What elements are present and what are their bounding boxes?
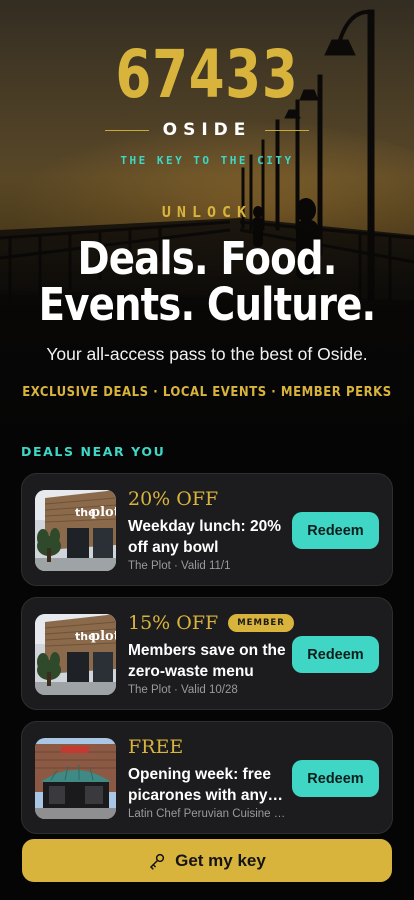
brand-zip-code: 67433 [115,36,299,113]
deals-section-title: DEALS NEAR YOU [21,444,166,459]
member-badge: MEMBER [228,614,294,632]
deal-card[interactable]: FREE Opening week: free picarones with a… [21,721,393,834]
redeem-button[interactable]: Redeem [292,760,379,797]
get-my-key-button[interactable]: Get my key [22,839,392,882]
offer-row: 20% OFF [128,488,218,510]
perks-list: EXCLUSIVE DEALS · LOCAL EVENTS · MEMBER … [22,385,392,400]
svg-text:plot: plot [91,629,116,644]
redeem-button[interactable]: Redeem [292,636,379,673]
cta-label: Get my key [175,850,266,870]
brand-tagline: THE KEY TO THE CITY [120,154,294,167]
brand-name: OSIDE [162,120,252,140]
brand-left-rule [104,129,149,131]
deal-meta: The Plot · Valid 11/1 [128,560,231,572]
deal-thumbnail-the-plot: the plot [35,490,116,571]
offer-amount: FREE [128,736,184,758]
offer-amount: 20% OFF [128,488,219,510]
brand-name-row: OSIDE [0,120,414,140]
deal-card[interactable]: the plot 20% OFF Weekday lunch: 20% off … [21,473,393,586]
deal-card[interactable]: the plot 15% OFF MEMBER Members save on … [21,597,393,710]
deal-thumbnail-latin-chef [35,738,116,819]
offer-row: 15% OFF MEMBER [128,612,294,634]
headline-line-2: Events. Culture. [38,278,377,331]
deal-thumbnail-the-plot: the plot [35,614,116,695]
deal-title: Weekday lunch: 20% off any bowl [128,518,282,556]
key-icon [150,853,165,870]
deal-meta: The Plot · Valid 10/28 [128,684,238,696]
hero-section: 67433 OSIDE THE KEY TO THE CITY UNLOCK D… [0,0,414,440]
svg-text:plot: plot [91,505,116,520]
deal-title: Members save on the zero-waste menu [128,642,286,680]
unlock-eyebrow: UNLOCK [161,203,253,221]
storefront-image: the plot [35,490,116,571]
offer-amount: 15% OFF [128,612,219,634]
storefront-image: the plot [35,614,116,695]
deal-meta: Latin Chef Peruvian Cuisine · Valid 11/5 [128,808,288,820]
offer-row: FREE [128,736,183,758]
redeem-button[interactable]: Redeem [292,512,379,549]
brand-right-rule [265,129,310,131]
storefront-image [35,738,116,819]
deal-title: Opening week: free picarones with any or… [128,766,271,804]
hero-subhead: Your all-access pass to the best of Osid… [46,344,368,364]
